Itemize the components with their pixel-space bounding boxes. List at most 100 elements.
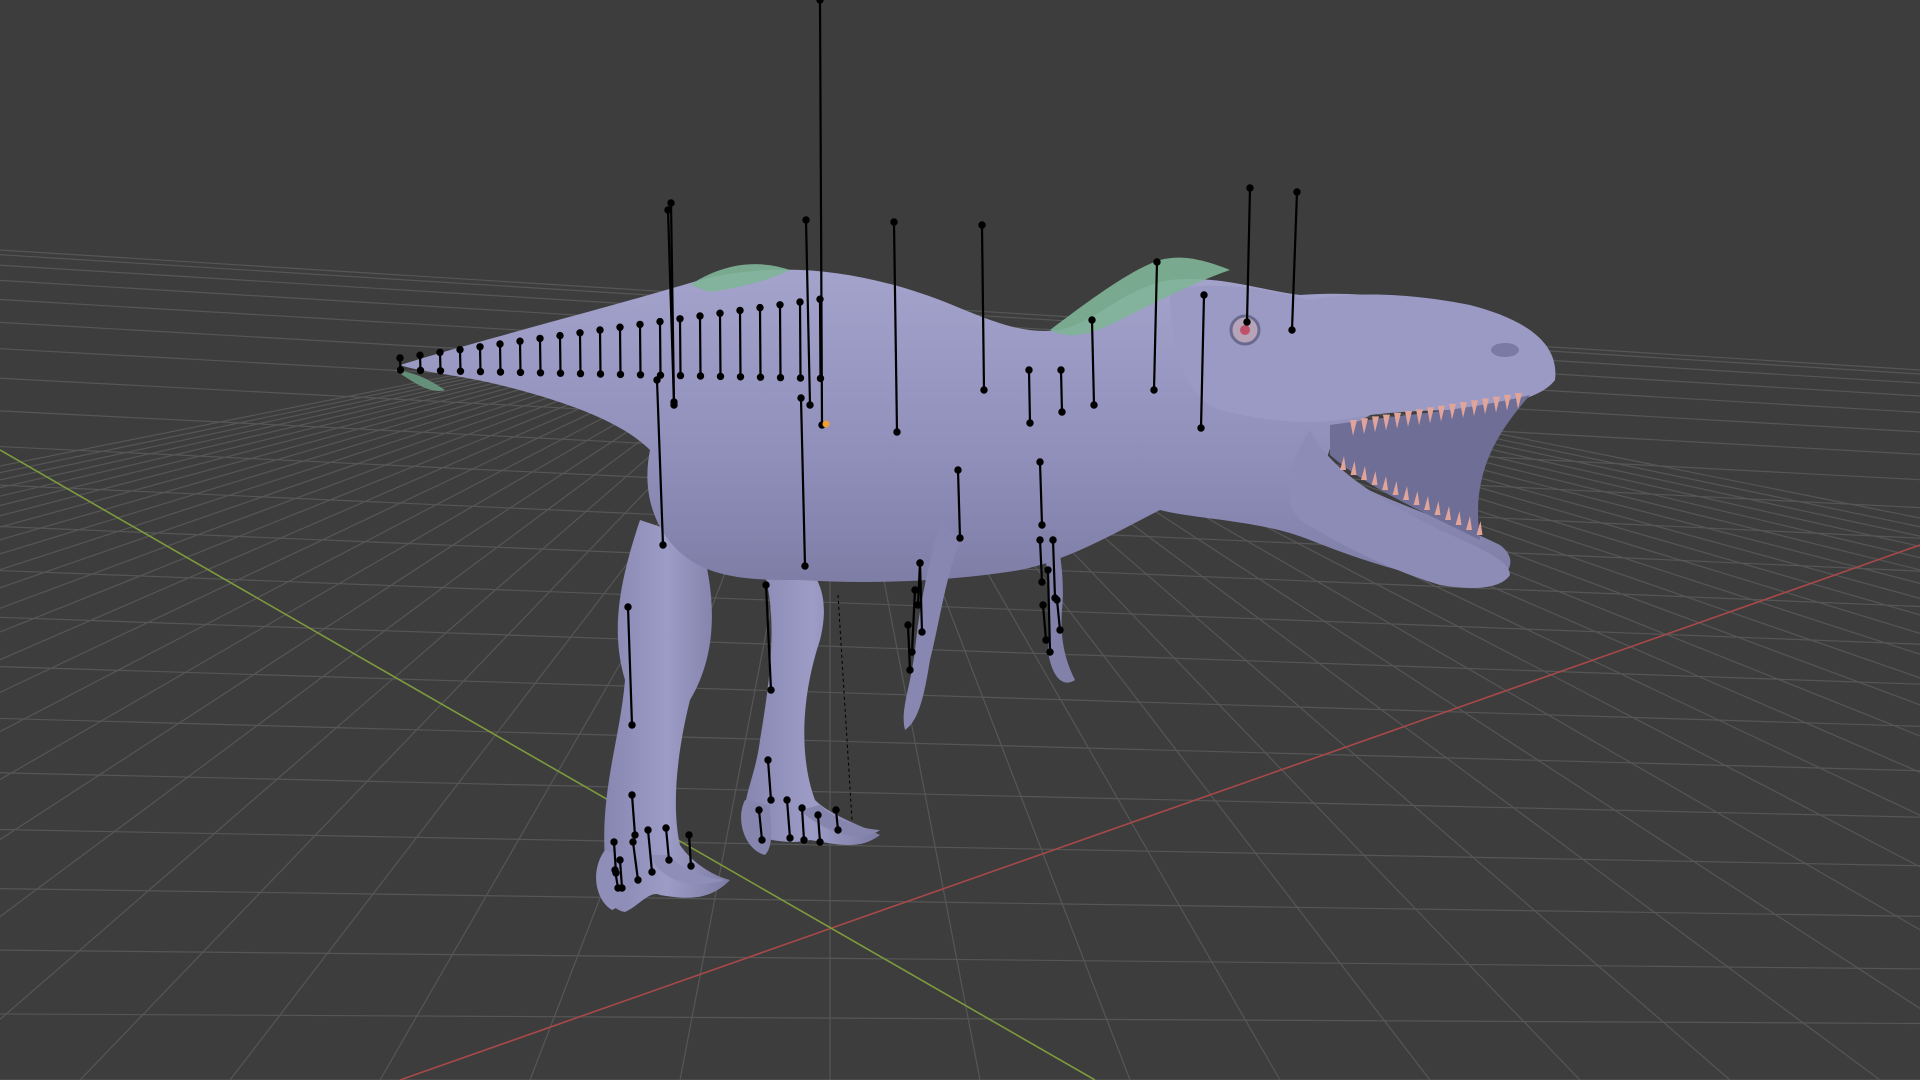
bone-joint[interactable]: [716, 309, 724, 317]
bone-joint[interactable]: [616, 323, 624, 331]
bone-joint[interactable]: [756, 373, 765, 381]
bone-joint[interactable]: [1243, 318, 1251, 326]
bone-joint[interactable]: [801, 562, 809, 570]
bone-joint[interactable]: [516, 337, 524, 345]
bone-joint[interactable]: [736, 306, 744, 315]
bone-joint[interactable]: [904, 621, 912, 629]
3d-viewport[interactable]: [0, 0, 1920, 1080]
bone-joint[interactable]: [783, 796, 791, 804]
bone-joint[interactable]: [911, 586, 919, 594]
bone-joint[interactable]: [914, 601, 922, 609]
bone-joint[interactable]: [665, 856, 673, 864]
bone-joint[interactable]: [496, 340, 504, 348]
bone-joint[interactable]: [610, 838, 618, 846]
bone[interactable]: [738, 310, 742, 377]
bone-joint[interactable]: [1150, 386, 1158, 394]
bone[interactable]: [778, 304, 782, 378]
bone-joint[interactable]: [516, 368, 525, 377]
bone-joint[interactable]: [634, 876, 642, 884]
bone-joint[interactable]: [636, 371, 645, 379]
bone-joint[interactable]: [670, 398, 678, 406]
bone-joint[interactable]: [536, 369, 545, 377]
bone-joint[interactable]: [556, 369, 565, 377]
bone[interactable]: [906, 624, 912, 671]
bone[interactable]: [538, 338, 542, 373]
bone-joint[interactable]: [629, 838, 637, 846]
bone-joint[interactable]: [758, 836, 766, 844]
bone-joint[interactable]: [980, 386, 988, 394]
bone-joint[interactable]: [1056, 626, 1064, 634]
bone-joint[interactable]: [1200, 291, 1208, 299]
bone-joint[interactable]: [1057, 366, 1065, 374]
bone-joint[interactable]: [628, 721, 636, 729]
bone-joint[interactable]: [756, 303, 764, 312]
bone[interactable]: [698, 315, 702, 377]
bone-joint[interactable]: [762, 581, 770, 589]
bone-joint[interactable]: [776, 373, 785, 382]
bone-joint[interactable]: [806, 401, 814, 409]
bone-joint[interactable]: [1036, 458, 1044, 466]
bone-joint[interactable]: [1025, 366, 1033, 374]
bone-joint[interactable]: [1246, 184, 1254, 192]
bone-joint[interactable]: [616, 856, 624, 864]
bone-joint[interactable]: [476, 343, 484, 351]
bone[interactable]: [598, 329, 602, 375]
bone[interactable]: [798, 301, 802, 379]
bone-joint[interactable]: [456, 345, 464, 354]
bone-joint[interactable]: [576, 369, 585, 378]
bone-joint[interactable]: [1293, 188, 1301, 196]
bone-joint[interactable]: [1038, 521, 1046, 529]
bone-joint[interactable]: [1088, 316, 1096, 324]
bone-joint[interactable]: [662, 824, 670, 832]
bone-joint[interactable]: [755, 806, 763, 814]
bone-joint[interactable]: [1090, 401, 1098, 409]
bone[interactable]: [618, 327, 622, 375]
bone-joint[interactable]: [906, 666, 914, 674]
bone-joint[interactable]: [1288, 326, 1296, 334]
bone-joint[interactable]: [764, 756, 772, 764]
bone-joint[interactable]: [816, 0, 824, 4]
bone-joint[interactable]: [956, 534, 964, 542]
bone[interactable]: [558, 335, 562, 374]
bone-joint[interactable]: [954, 466, 962, 474]
bone-joint[interactable]: [436, 367, 445, 375]
bone-joint[interactable]: [659, 541, 667, 549]
bone-joint[interactable]: [1044, 566, 1052, 574]
bone-joint[interactable]: [1049, 536, 1057, 544]
bone-joint[interactable]: [614, 884, 622, 892]
bone-joint[interactable]: [676, 315, 684, 323]
bone-joint[interactable]: [1153, 258, 1161, 266]
bone-joint[interactable]: [576, 329, 584, 337]
bone-joint[interactable]: [1039, 601, 1047, 609]
bone-joint[interactable]: [978, 221, 986, 229]
bone-joint[interactable]: [716, 372, 725, 381]
bone-joint[interactable]: [496, 368, 505, 376]
bone-joint[interactable]: [916, 559, 924, 567]
bone[interactable]: [638, 324, 642, 375]
bone-joint[interactable]: [696, 312, 704, 320]
bone-joint[interactable]: [890, 218, 898, 226]
bone-joint[interactable]: [696, 372, 705, 380]
bone-joint[interactable]: [736, 373, 745, 381]
bone-joint[interactable]: [1038, 578, 1046, 586]
bone[interactable]: [758, 307, 762, 378]
bone-joint[interactable]: [776, 301, 784, 309]
bone-joint[interactable]: [834, 826, 842, 834]
bone-joint[interactable]: [648, 868, 656, 876]
bone-joint[interactable]: [676, 371, 685, 380]
bone-joint[interactable]: [798, 804, 806, 812]
bone-joint[interactable]: [832, 806, 840, 814]
bone-joint[interactable]: [816, 374, 825, 383]
bone-joint[interactable]: [796, 374, 805, 382]
bone[interactable]: [678, 318, 682, 376]
bone-joint[interactable]: [800, 836, 808, 844]
bone-joint[interactable]: [628, 791, 636, 799]
bone[interactable]: [1027, 369, 1032, 424]
bone-joint[interactable]: [797, 394, 805, 402]
bone-joint[interactable]: [416, 366, 425, 375]
bone-joint[interactable]: [767, 686, 775, 694]
bone[interactable]: [578, 332, 582, 374]
bone-joint[interactable]: [816, 838, 824, 846]
bone-joint[interactable]: [767, 796, 775, 804]
viewport-canvas[interactable]: [0, 0, 1920, 1080]
